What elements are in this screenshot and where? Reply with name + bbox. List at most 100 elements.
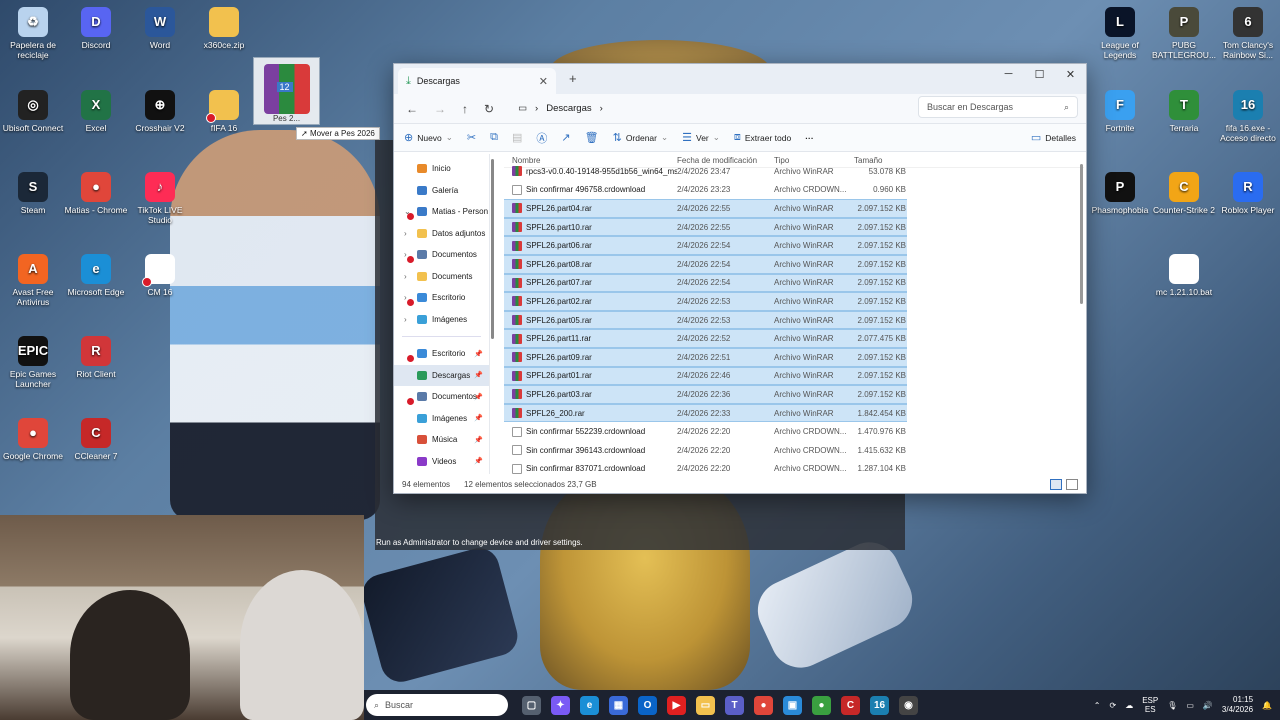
file-row[interactable]: SPFL26.part06.rar 2/4/2026 22:54 Archivo W… — [504, 236, 907, 255]
clock[interactable]: 01:15 3/4/2026 — [1222, 695, 1253, 715]
desktop-icon-left-6[interactable]: ⊕ Crosshair V2 — [127, 90, 193, 133]
file-row[interactable]: Sin confirmar 552239.crdownload 2/4/2026 … — [504, 422, 1084, 441]
youtube-icon[interactable]: ▶ — [667, 695, 686, 715]
chevron-up-icon[interactable]: ⌃ — [1094, 701, 1101, 710]
desktop-icon-left-16[interactable]: ● Google Chrome — [0, 418, 66, 461]
nav-item-im-genes[interactable]: › Imágenes — [394, 309, 489, 331]
nav-item-videos[interactable]: Videos 📌 — [394, 451, 489, 473]
desktop-icon-right-0[interactable]: L League of Legends — [1087, 7, 1153, 60]
nav-item-im-genes[interactable]: Imágenes 📌 — [394, 408, 489, 430]
desktop-icon-right-2[interactable]: 6 Tom Clancy's Rainbow Si... — [1215, 7, 1280, 60]
desktop-icon-left-5[interactable]: X Excel — [63, 90, 129, 133]
outlook-icon[interactable]: O — [638, 695, 657, 715]
new-tab-button[interactable]: + — [569, 71, 577, 86]
file-list-scrollbar[interactable] — [1080, 164, 1083, 304]
up-button[interactable]: ↑ — [462, 102, 468, 116]
file-row[interactable]: rpcs3-v0.0.40-19148-955d1b56_win64_ms...… — [504, 162, 1084, 181]
ccleaner-icon[interactable]: C — [841, 695, 860, 715]
app-icon[interactable]: ◉ — [899, 695, 918, 715]
file-row[interactable]: Sin confirmar 396143.crdownload 2/4/2026 … — [504, 441, 1084, 460]
file-row[interactable]: SPFL26.part03.rar 2/4/2026 22:36 Archivo W… — [504, 385, 907, 404]
photos-icon[interactable]: ▣ — [783, 695, 802, 715]
desktop-icon-left-0[interactable]: ♻ Papelera de reciclaje — [0, 7, 66, 60]
delete-icon[interactable]: 🗑 — [585, 131, 599, 144]
desktop-icon-left-10[interactable]: ♪ TikTok LIVE Studio — [127, 172, 193, 225]
desktop-icon-left-13[interactable]: CM 16 — [127, 254, 193, 297]
nav-item-escritorio[interactable]: › Escritorio — [394, 287, 489, 309]
file-row[interactable]: SPFL26.part10.rar 2/4/2026 22:55 Archivo W… — [504, 217, 907, 237]
desktop-icon-right-7[interactable]: C Counter-Strike 2 — [1151, 172, 1217, 215]
file-row[interactable]: SPFL26.part09.rar 2/4/2026 22:51 Archivo W… — [504, 347, 907, 367]
fifa-icon[interactable]: 16 — [870, 695, 889, 715]
nav-item-documentos[interactable]: Documentos 📌 — [394, 386, 489, 408]
cut-icon[interactable]: ✂ — [467, 131, 476, 144]
close-window-button[interactable]: ✕ — [1055, 64, 1086, 84]
taskbar-search[interactable]: ⌕ Buscar — [366, 694, 508, 716]
file-row[interactable]: SPFL26_200.rar 2/4/2026 22:33 Archivo WinR… — [504, 403, 907, 423]
edge-icon[interactable]: e — [580, 695, 599, 715]
file-row[interactable]: SPFL26.part05.rar 2/4/2026 22:53 Archivo W… — [504, 310, 907, 330]
details-button[interactable]: ▭ Detalles — [1031, 131, 1076, 144]
desktop-icon-right-4[interactable]: T Terraria — [1151, 90, 1217, 133]
mic-icon[interactable]: 🎙 — [1167, 701, 1177, 710]
desktop-icon-left-12[interactable]: e Microsoft Edge — [63, 254, 129, 297]
store-icon[interactable]: ▦ — [609, 695, 628, 715]
details-view-button[interactable] — [1050, 478, 1062, 490]
desktop-icon-right-1[interactable]: P PUBG BATTLEGROU... — [1151, 7, 1217, 60]
file-row[interactable]: Sin confirmar 837071.crdownload 2/4/2026 … — [504, 460, 1084, 475]
new-button[interactable]: ⊕ Nuevo ⌄ — [404, 131, 453, 144]
chevron-icon[interactable]: › — [404, 315, 412, 324]
nav-item-descargas[interactable]: Descargas 📌 — [394, 364, 489, 386]
breadcrumb[interactable]: ▭ › Descargas › — [518, 103, 603, 114]
search-input[interactable]: Buscar en Descargas ⌕ — [918, 96, 1078, 118]
teams-icon[interactable]: T — [725, 695, 744, 715]
nav-item-escritorio[interactable]: Escritorio 📌 — [394, 343, 489, 365]
desktop-icon-left-9[interactable]: ● Matias - Chrome — [63, 172, 129, 215]
minimize-button[interactable]: ─ — [993, 64, 1024, 84]
rename-icon[interactable]: Ⓐ — [536, 130, 547, 146]
desktop-icon-left-17[interactable]: C CCleaner 7 — [63, 418, 129, 461]
refresh-button[interactable]: ↻ — [484, 102, 494, 116]
file-row[interactable]: SPFL26.part04.rar 2/4/2026 22:55 Archivo W… — [504, 199, 907, 218]
sort-button[interactable]: ⇅ Ordenar ⌄ — [613, 131, 669, 144]
network-icon[interactable]: ▭ — [1186, 701, 1194, 710]
file-row[interactable]: SPFL26.part02.rar 2/4/2026 22:53 Archivo W… — [504, 292, 907, 311]
chrome-icon[interactable]: ● — [812, 695, 831, 715]
cloud-icon[interactable]: ☁ — [1125, 701, 1133, 710]
tab-descargas[interactable]: ⤓ Descargas ✕ — [398, 68, 556, 94]
copy-icon[interactable]: ⧉ — [490, 131, 498, 144]
desktop-icon-right-3[interactable]: F Fortnite — [1087, 90, 1153, 133]
nav-item-galer-a[interactable]: Galería — [394, 180, 489, 202]
file-row[interactable]: SPFL26.part01.rar 2/4/2026 22:46 Archivo W… — [504, 366, 907, 386]
extract-all-button[interactable]: ⧈ Extraer todo — [734, 131, 791, 144]
desktop-icon-left-2[interactable]: W Word — [127, 7, 193, 50]
nav-item-m-sica[interactable]: Música 📌 — [394, 429, 489, 451]
chevron-icon[interactable]: › — [404, 272, 412, 281]
file-row[interactable]: SPFL26.part08.rar 2/4/2026 22:54 Archivo W… — [504, 254, 907, 274]
chevron-icon[interactable]: › — [404, 229, 412, 238]
paste-icon[interactable]: ▤ — [512, 131, 522, 144]
back-button[interactable]: ← — [406, 102, 418, 116]
desktop-icon-left-7[interactable]: fIFA 16 — [191, 90, 257, 133]
task-view-icon[interactable]: ▢ — [522, 695, 541, 715]
desktop-icon-right-6[interactable]: P Phasmophobia — [1087, 172, 1153, 215]
view-button[interactable]: ☰ Ver ⌄ — [682, 131, 720, 144]
desktop-icon-right-9[interactable]: mc 1.21.10.bat — [1151, 254, 1217, 297]
desktop-icon-left-8[interactable]: S Steam — [0, 172, 66, 215]
nav-item-documentos[interactable]: › Documentos — [394, 244, 489, 266]
file-explorer-icon[interactable]: ▭ — [696, 695, 715, 715]
notification-icon[interactable]: 🔔 — [1262, 701, 1272, 710]
nav-item-datos-adjuntos[interactable]: › Datos adjuntos — [394, 223, 489, 245]
language-indicator[interactable]: ESP ES — [1142, 696, 1158, 714]
desktop-icon-left-11[interactable]: A Avast Free Antivirus — [0, 254, 66, 307]
file-row[interactable]: SPFL26.part07.rar 2/4/2026 22:54 Archivo W… — [504, 273, 907, 293]
chrome-icon[interactable]: ● — [754, 695, 773, 715]
desktop-icon-left-15[interactable]: R Riot Client — [63, 336, 129, 379]
nav-item-inicio[interactable]: Inicio — [394, 158, 489, 180]
forward-button[interactable]: → — [434, 102, 446, 116]
nav-item-matias-person[interactable]: ⌄ Matias - Person — [394, 201, 489, 223]
tiles-view-button[interactable] — [1066, 478, 1078, 490]
desktop-icon-left-14[interactable]: EPIC Epic Games Launcher — [0, 336, 66, 389]
sync-icon[interactable]: ⟳ — [1109, 701, 1116, 710]
volume-icon[interactable]: 🔊 — [1203, 701, 1213, 710]
